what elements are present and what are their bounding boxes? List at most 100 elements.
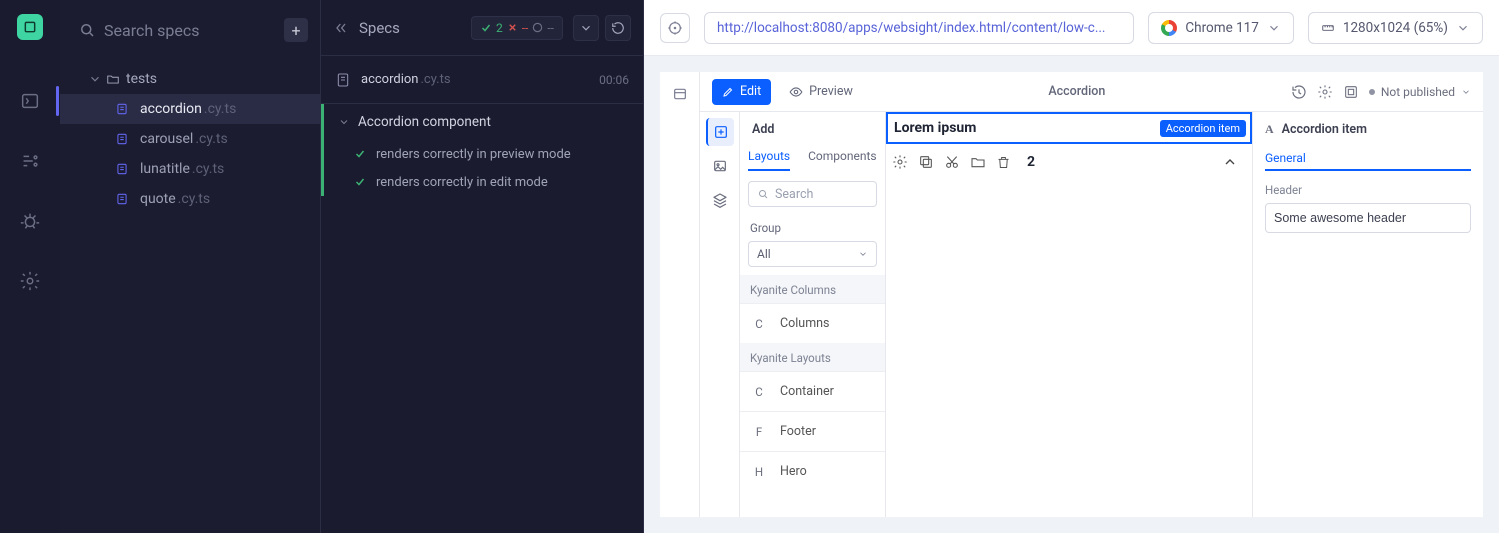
stat-passed: 2 (480, 21, 503, 35)
spec-ext: .cy.ts (204, 101, 236, 117)
spec-file-ext: .cy.ts (420, 72, 450, 87)
spec-file-header[interactable]: accordion .cy.ts 00:06 (321, 56, 643, 104)
selector-playground-button[interactable] (660, 13, 690, 43)
nav-specs[interactable] (0, 80, 60, 122)
spec-explorer: Search specs + tests accordion.cy.tscaro… (60, 0, 321, 533)
chevron-down-icon (1456, 21, 1470, 35)
chevron-down-icon (858, 249, 868, 259)
spec-icon (114, 101, 130, 117)
view-options-button[interactable] (573, 15, 599, 41)
viewport-selector[interactable]: 1280x1024 (65%) (1308, 12, 1483, 44)
delete-icon[interactable] (996, 155, 1011, 170)
properties-title: Accordion item (1282, 122, 1367, 137)
aut-url[interactable]: http://localhost:8080/apps/websight/inde… (704, 12, 1134, 44)
component-letter: F (752, 425, 766, 439)
nav-settings[interactable] (0, 260, 60, 302)
component-item[interactable]: F Footer (740, 411, 885, 451)
test-stats: 2 -- -- (471, 16, 563, 40)
publish-status[interactable]: Not published (1369, 85, 1471, 99)
editor-tree-rail (660, 72, 700, 517)
stat-failed: -- (507, 21, 529, 35)
search-icon (757, 188, 769, 200)
preview-mode-button[interactable]: Preview (779, 79, 863, 105)
spec-name: quote (140, 191, 176, 207)
layouts-tab[interactable]: Layouts (748, 149, 790, 171)
spec-icon (114, 191, 130, 207)
spec-name: lunatitle (140, 161, 190, 177)
aut-stage: Edit Preview Accordion (644, 56, 1499, 533)
search-placeholder[interactable]: Search specs (104, 21, 284, 40)
folder-tests[interactable]: tests (60, 64, 320, 94)
component-label: Footer (780, 424, 816, 439)
spec-ext: .cy.ts (192, 161, 224, 177)
test-row[interactable]: renders correctly in preview mode (321, 140, 643, 168)
check-icon (354, 176, 366, 188)
page-editor: Edit Preview Accordion (660, 72, 1483, 517)
suite-row[interactable]: Accordion component (321, 104, 643, 140)
editor-toolbar: Edit Preview Accordion (700, 72, 1483, 112)
layers-panel-toggle[interactable] (706, 186, 734, 214)
spec-file-item[interactable]: carousel.cy.ts (60, 124, 320, 154)
nav-runs[interactable] (0, 140, 60, 182)
accordion-item-title[interactable]: Lorem ipsum (888, 120, 1160, 136)
spec-file-item[interactable]: accordion.cy.ts (60, 94, 320, 124)
chevron-down-icon (1267, 21, 1281, 35)
aut-toolbar: http://localhost:8080/apps/websight/inde… (644, 0, 1499, 56)
assets-panel-toggle[interactable] (706, 152, 734, 180)
browser-label: Chrome 117 (1185, 20, 1258, 36)
spec-tree: tests accordion.cy.tscarousel.cy.tslunat… (60, 54, 320, 214)
component-item[interactable]: CColumns (740, 303, 885, 343)
chrome-icon (1161, 20, 1177, 36)
component-item[interactable]: CContainer (740, 371, 885, 411)
browser-selector[interactable]: Chrome 117 (1148, 12, 1293, 44)
header-field-input[interactable] (1265, 203, 1471, 233)
spec-duration: 00:06 (599, 73, 629, 87)
item-index: 2 (1027, 154, 1035, 170)
component-toolbar: 2 (886, 144, 1252, 180)
copy-icon[interactable] (918, 154, 934, 170)
add-panel-title: Add (740, 112, 885, 143)
components-tab[interactable]: Components (808, 149, 877, 171)
rerun-button[interactable] (605, 15, 631, 41)
editor-canvas[interactable]: Lorem ipsum Accordion item 2 (886, 112, 1253, 517)
cut-icon[interactable] (944, 154, 960, 170)
nav-debug[interactable] (0, 200, 60, 242)
component-search[interactable]: Search (748, 181, 877, 207)
assets-icon[interactable] (1343, 84, 1359, 100)
component-label: Hero (780, 464, 807, 479)
spec-file-item[interactable]: quote.cy.ts (60, 184, 320, 214)
general-tab[interactable]: General (1265, 151, 1471, 171)
reporter-title: Specs (359, 19, 400, 37)
test-title: renders correctly in edit mode (376, 175, 548, 190)
test-row[interactable]: renders correctly in edit mode (321, 168, 643, 196)
add-panel: Add Layouts Components Search Group (740, 112, 886, 517)
chevron-down-icon (338, 116, 350, 128)
search-icon (78, 21, 96, 39)
spec-icon (114, 161, 130, 177)
editor-side-rail (700, 112, 740, 517)
spec-file-item[interactable]: lunatitle.cy.ts (60, 154, 320, 184)
add-panel-toggle[interactable] (706, 118, 734, 146)
component-label: Container (780, 384, 834, 399)
new-spec-button[interactable]: + (284, 18, 308, 42)
test-title: renders correctly in preview mode (376, 147, 571, 162)
settings-icon[interactable] (1317, 84, 1333, 100)
group-select[interactable]: All (748, 241, 877, 267)
component-item[interactable]: HHero (740, 451, 885, 491)
component-label: Columns (780, 316, 830, 331)
paste-icon[interactable] (970, 154, 986, 170)
url-text: http://localhost:8080/apps/websight/inde… (717, 20, 1106, 36)
tree-toggle-button[interactable] (666, 80, 694, 108)
icon-rail (0, 0, 60, 533)
folder-label: tests (126, 71, 157, 87)
spec-name: accordion (140, 101, 202, 117)
properties-icon[interactable] (892, 154, 908, 170)
header-field-label: Header (1265, 183, 1471, 197)
edit-mode-button[interactable]: Edit (712, 79, 771, 105)
component-search-placeholder: Search (775, 187, 813, 202)
group-label: Group (740, 217, 885, 237)
collapse-reporter-button[interactable] (333, 20, 349, 36)
history-icon[interactable] (1291, 84, 1307, 100)
aut-panel: http://localhost:8080/apps/websight/inde… (644, 0, 1499, 533)
collapse-icon[interactable] (1222, 154, 1238, 170)
